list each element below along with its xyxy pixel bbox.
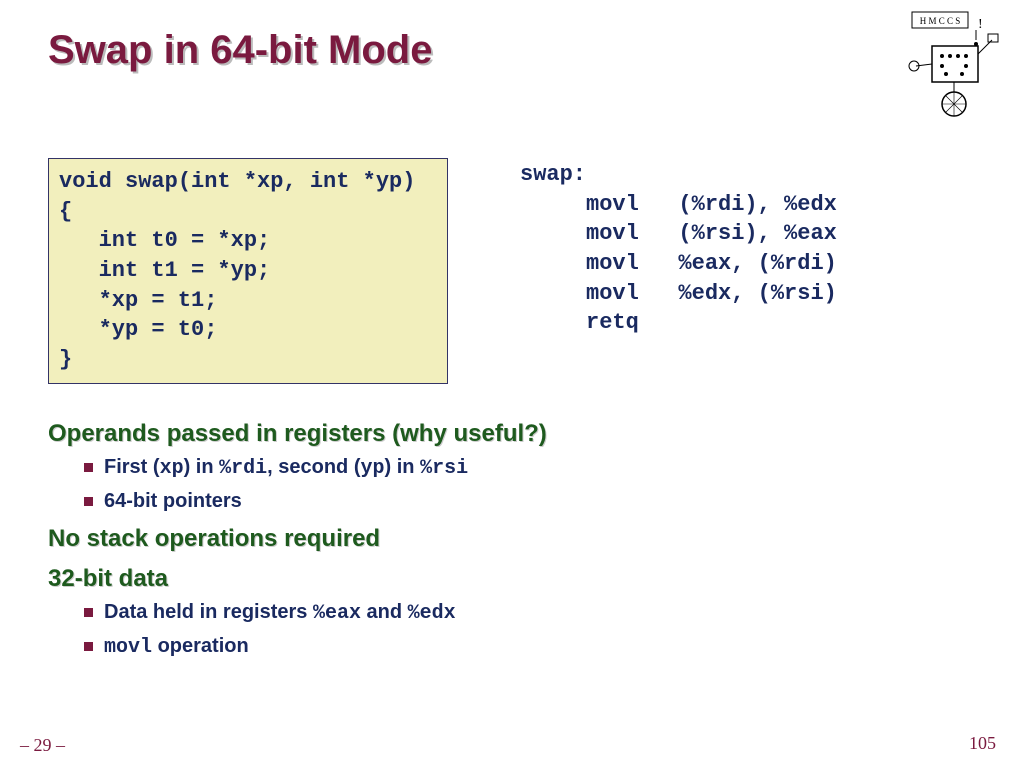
slide-title: Swap in 64-bit Mode (48, 28, 432, 73)
text: ) in (184, 456, 220, 478)
bullet-movl: movl operation (84, 635, 976, 659)
text: and (361, 601, 408, 623)
section-no-stack: No stack operations required (48, 525, 976, 553)
bullet-registers: First (xp) in %rdi, second (yp) in %rsi (84, 456, 976, 480)
asm-code-block: swap: movl (%rdi), %edx movl (%rsi), %ea… (520, 160, 837, 338)
code-rdi: %rdi (219, 457, 267, 480)
code-eax: %eax (313, 602, 361, 625)
text: ) in (385, 456, 421, 478)
code-yp: yp (361, 457, 385, 480)
svg-text:!: ! (978, 17, 983, 32)
hmc-cs-logo: H M C C S ! (904, 10, 1004, 120)
section-32bit-data: 32-bit data (48, 565, 976, 593)
text: , second ( (267, 456, 360, 478)
code-movl: movl (104, 636, 152, 659)
text: Data held in registers (104, 601, 313, 623)
bullet-64bit-pointers: 64-bit pointers (84, 490, 976, 513)
section-operands: Operands passed in registers (why useful… (48, 420, 976, 448)
code-xp: xp (160, 457, 184, 480)
svg-text:H M C C S: H M C C S (920, 16, 961, 26)
bullet-data-registers: Data held in registers %eax and %edx (84, 601, 976, 625)
c-code-block: void swap(int *xp, int *yp) { int t0 = *… (48, 158, 448, 384)
content-area: Operands passed in registers (why useful… (48, 408, 976, 669)
code-edx: %edx (408, 602, 456, 625)
text: First ( (104, 456, 160, 478)
page-number-right: 105 (969, 733, 996, 754)
page-number-left: – 29 – (20, 735, 65, 756)
text: operation (152, 635, 249, 657)
code-rsi: %rsi (420, 457, 468, 480)
